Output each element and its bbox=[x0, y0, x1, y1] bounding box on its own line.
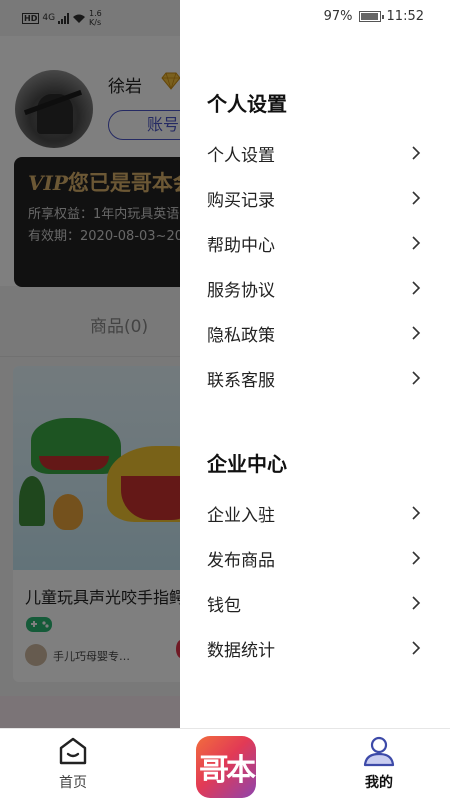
menu-item-label: 服务协议 bbox=[207, 280, 275, 301]
chevron-right-icon bbox=[412, 596, 421, 610]
menu-item-label: 钱包 bbox=[207, 595, 241, 616]
chevron-right-icon bbox=[412, 506, 421, 520]
menu-item-help-center[interactable]: 帮助中心 bbox=[207, 228, 421, 258]
nav-home[interactable]: 首页 bbox=[40, 735, 106, 795]
section-title-personal: 个人设置 bbox=[207, 92, 287, 116]
status-bar-right: 97% 11:52 bbox=[324, 9, 424, 24]
menu-item-label: 个人设置 bbox=[207, 145, 275, 166]
nav-me-label: 我的 bbox=[365, 775, 393, 791]
chevron-right-icon bbox=[412, 146, 421, 160]
menu-item-label: 帮助中心 bbox=[207, 235, 275, 256]
nav-me[interactable]: 我的 bbox=[346, 735, 412, 795]
menu-item-privacy-policy[interactable]: 隐私政策 bbox=[207, 318, 421, 348]
chevron-right-icon bbox=[412, 191, 421, 205]
chevron-right-icon bbox=[412, 236, 421, 250]
home-icon bbox=[59, 737, 87, 765]
chevron-right-icon bbox=[412, 551, 421, 565]
menu-item-label: 隐私政策 bbox=[207, 325, 275, 346]
menu-item-label: 联系客服 bbox=[207, 370, 275, 391]
menu-item-label: 购买记录 bbox=[207, 190, 275, 211]
menu-item-contact-support[interactable]: 联系客服 bbox=[207, 363, 421, 393]
chevron-right-icon bbox=[412, 326, 421, 340]
menu-item-personal-settings[interactable]: 个人设置 bbox=[207, 138, 421, 168]
menu-item-label: 发布商品 bbox=[207, 550, 275, 571]
chevron-right-icon bbox=[412, 371, 421, 385]
menu-item-statistics[interactable]: 数据统计 bbox=[207, 633, 421, 663]
nav-home-label: 首页 bbox=[59, 775, 87, 791]
menu-item-wallet[interactable]: 钱包 bbox=[207, 588, 421, 618]
menu-item-publish-goods[interactable]: 发布商品 bbox=[207, 543, 421, 573]
logo-text: 哥本 bbox=[199, 753, 256, 788]
nav-center-logo[interactable]: 哥本 bbox=[196, 736, 256, 798]
section-title-enterprise: 企业中心 bbox=[207, 452, 287, 476]
battery-percent: 97% bbox=[323, 9, 353, 24]
bottom-nav: 首页 哥本 我的 bbox=[0, 728, 450, 800]
menu-item-label: 企业入驻 bbox=[207, 505, 275, 526]
menu-item-purchase-history[interactable]: 购买记录 bbox=[207, 183, 421, 213]
side-drawer: 97% 11:52 个人设置 个人设置 购买记录 帮助中心 服务协议 隐私政策 … bbox=[180, 0, 450, 728]
chevron-right-icon bbox=[412, 281, 421, 295]
chevron-right-icon bbox=[412, 641, 421, 655]
drawer-overlay[interactable] bbox=[0, 0, 180, 728]
battery-icon bbox=[358, 11, 384, 22]
user-icon bbox=[363, 736, 395, 767]
menu-item-enterprise-join[interactable]: 企业入驻 bbox=[207, 498, 421, 528]
menu-item-service-agreement[interactable]: 服务协议 bbox=[207, 273, 421, 303]
menu-item-label: 数据统计 bbox=[207, 640, 275, 661]
status-time: 11:52 bbox=[386, 9, 424, 24]
